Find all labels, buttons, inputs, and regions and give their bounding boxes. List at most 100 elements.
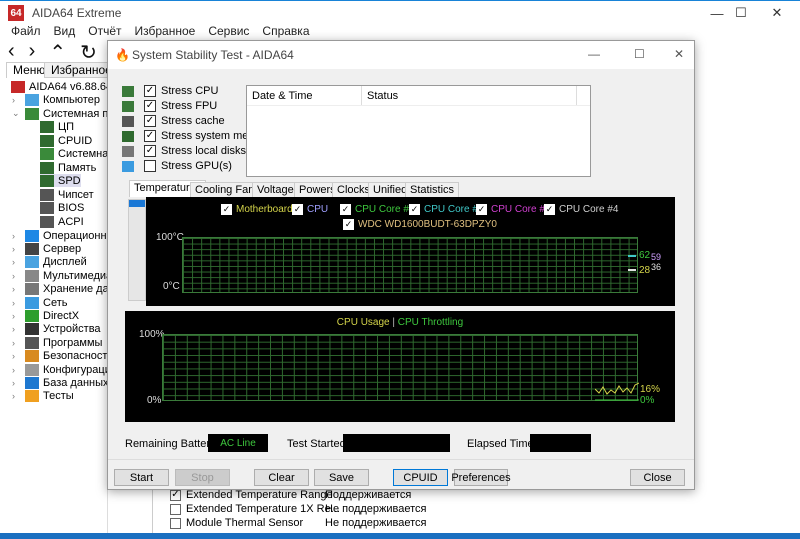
tree-item[interactable]: › Операционная с bbox=[12, 229, 107, 242]
tree-item[interactable]: › Безопасность bbox=[12, 350, 107, 363]
menu-help[interactable]: Справка bbox=[262, 24, 309, 40]
dialog-minimize-button[interactable]: — bbox=[588, 47, 600, 61]
row-checkbox[interactable] bbox=[170, 517, 181, 529]
tree-item-label: Операционная с bbox=[43, 229, 107, 242]
legend-item[interactable]: ✓ CPU Core #1 bbox=[340, 204, 414, 215]
close-button[interactable]: Close bbox=[630, 469, 685, 486]
legend-item[interactable]: ✓ WDC WD1600BUDT-63DPZY0 bbox=[343, 219, 497, 230]
tree-item[interactable]: ⌄ Системная плат bbox=[12, 107, 107, 120]
cpuid-button[interactable]: CPUID bbox=[393, 469, 448, 486]
legend-item[interactable]: ✓ CPU Core #4 bbox=[544, 204, 618, 215]
log-table: Date & Time Status bbox=[246, 85, 591, 177]
expand-icon[interactable]: › bbox=[12, 324, 22, 334]
expand-icon[interactable]: › bbox=[12, 311, 22, 321]
tree-item[interactable]: Память bbox=[40, 161, 96, 174]
tests-icon bbox=[25, 390, 39, 403]
stress-checkbox[interactable]: ✓ bbox=[144, 85, 156, 97]
menu-view[interactable]: Вид bbox=[54, 24, 76, 40]
preferences-button[interactable]: Preferences bbox=[451, 469, 511, 486]
content-row[interactable]: ✓ Extended Temperature Range Поддерживаетс… bbox=[170, 489, 411, 501]
tree-item[interactable]: Чипсет bbox=[40, 188, 94, 201]
stress-checkbox[interactable] bbox=[144, 160, 156, 172]
col-status[interactable]: Status bbox=[362, 86, 577, 105]
start-button[interactable]: Start bbox=[114, 469, 169, 486]
dialog-maximize-button[interactable]: ☐ bbox=[634, 47, 645, 61]
expand-icon[interactable]: › bbox=[12, 95, 22, 105]
stress-option[interactable]: Stress GPU(s) bbox=[122, 159, 232, 173]
tree-item[interactable]: ACPI bbox=[40, 215, 84, 228]
expand-icon[interactable]: › bbox=[12, 365, 22, 375]
menu-report[interactable]: Отчёт bbox=[88, 24, 121, 40]
stress-option[interactable]: ✓ Stress cache bbox=[122, 114, 225, 128]
expand-icon[interactable]: › bbox=[12, 271, 22, 281]
expand-icon[interactable]: › bbox=[12, 338, 22, 348]
expand-icon[interactable]: › bbox=[12, 257, 22, 267]
tree-item[interactable]: › Сеть bbox=[12, 296, 67, 309]
tree-item[interactable]: BIOS bbox=[40, 201, 84, 214]
tree-item[interactable]: AIDA64 v6.88.6426 B bbox=[11, 80, 107, 93]
legend-checkbox[interactable]: ✓ bbox=[292, 204, 303, 215]
collapse-icon[interactable]: ⌄ bbox=[12, 108, 22, 119]
legend-checkbox[interactable]: ✓ bbox=[221, 204, 232, 215]
stress-checkbox[interactable]: ✓ bbox=[144, 100, 156, 112]
dialog-close-button[interactable]: ✕ bbox=[674, 47, 684, 61]
tree-item[interactable]: › Дисплей bbox=[12, 256, 87, 269]
tree-item[interactable]: › Программы bbox=[12, 336, 102, 349]
tree-item[interactable]: › База данных bbox=[12, 376, 107, 389]
flame-icon: 🔥 bbox=[115, 48, 130, 62]
expand-icon[interactable]: › bbox=[12, 284, 22, 294]
expand-icon[interactable]: › bbox=[12, 378, 22, 388]
expand-icon[interactable]: › bbox=[12, 391, 22, 401]
expand-icon[interactable]: › bbox=[12, 351, 22, 361]
tree-item[interactable]: › Конфигурация bbox=[12, 363, 107, 376]
stress-option[interactable]: ✓ Stress FPU bbox=[122, 99, 217, 113]
tree-item[interactable]: › DirectX bbox=[12, 309, 79, 322]
menu-favorites[interactable]: Избранное bbox=[135, 24, 196, 40]
test-started-value bbox=[343, 434, 450, 452]
legend-item[interactable]: ✓ CPU Core #3 bbox=[476, 204, 550, 215]
expand-icon[interactable]: › bbox=[12, 231, 22, 241]
expand-icon[interactable]: › bbox=[12, 298, 22, 308]
stress-checkbox[interactable]: ✓ bbox=[144, 115, 156, 127]
tree-item[interactable]: Системная п bbox=[40, 147, 107, 160]
legend-checkbox[interactable]: ✓ bbox=[409, 204, 420, 215]
save-button[interactable]: Save bbox=[314, 469, 369, 486]
expand-icon[interactable]: › bbox=[12, 244, 22, 254]
stress-checkbox[interactable]: ✓ bbox=[144, 145, 156, 157]
tree-item[interactable]: CPUID bbox=[40, 134, 92, 147]
stress-checkbox[interactable]: ✓ bbox=[144, 130, 156, 142]
content-row[interactable]: Module Thermal Sensor Не поддерживается bbox=[170, 517, 427, 529]
tab-statistics[interactable]: Statistics bbox=[405, 182, 460, 197]
stop-button[interactable]: Stop bbox=[175, 469, 230, 486]
row-checkbox[interactable] bbox=[170, 503, 181, 515]
close-window-button[interactable]: ✕ bbox=[754, 1, 800, 25]
window-title: AIDA64 Extreme bbox=[32, 6, 122, 20]
legend-checkbox[interactable]: ✓ bbox=[544, 204, 555, 215]
tree-item[interactable]: › Сервер bbox=[12, 242, 81, 255]
legend-item[interactable]: ✓ CPU bbox=[292, 204, 328, 215]
menu-file[interactable]: Файл bbox=[11, 24, 41, 40]
tree-item[interactable]: › Компьютер bbox=[12, 93, 100, 106]
tree-item[interactable]: › Устройства bbox=[12, 323, 101, 336]
stress-option[interactable]: ✓ Stress local disks bbox=[122, 144, 246, 158]
tree-item-label: Устройства bbox=[43, 323, 101, 336]
legend-checkbox[interactable]: ✓ bbox=[476, 204, 487, 215]
col-date-time[interactable]: Date & Time bbox=[247, 86, 362, 105]
clear-button[interactable]: Clear bbox=[254, 469, 309, 486]
tree-item[interactable]: › Мультимедиа bbox=[12, 269, 107, 282]
legend-item[interactable]: ✓ Motherboard bbox=[221, 204, 293, 215]
legend-item[interactable]: ✓ CPU Core #2 bbox=[409, 204, 483, 215]
stress-label: Stress cache bbox=[161, 115, 225, 127]
tree-item[interactable]: › Хранение данны bbox=[12, 283, 107, 296]
tree-item[interactable]: SPD bbox=[40, 174, 81, 187]
row-label: Extended Temperature Range bbox=[186, 489, 333, 501]
legend-checkbox[interactable]: ✓ bbox=[340, 204, 351, 215]
content-row[interactable]: Extended Temperature 1X Re... Не поддержи… bbox=[170, 503, 427, 515]
tree-item[interactable]: ЦП bbox=[40, 120, 74, 133]
graph-scrollbar[interactable] bbox=[128, 199, 146, 301]
menu-service[interactable]: Сервис bbox=[208, 24, 249, 40]
tree-item[interactable]: › Тесты bbox=[12, 390, 74, 403]
stress-option[interactable]: ✓ Stress CPU bbox=[122, 84, 218, 98]
legend-checkbox[interactable]: ✓ bbox=[343, 219, 354, 230]
row-checkbox[interactable]: ✓ bbox=[170, 489, 181, 501]
